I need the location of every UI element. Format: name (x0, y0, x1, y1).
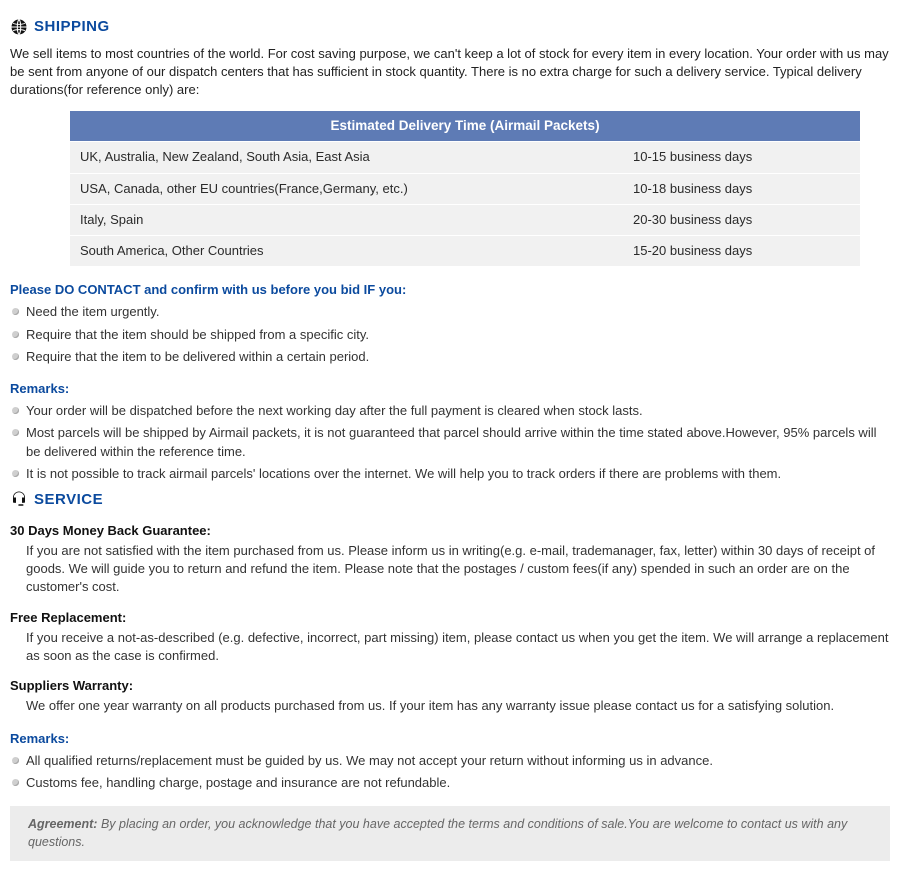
shipping-title: SHIPPING (34, 16, 110, 37)
list-item: Require that the item to be delivered wi… (10, 348, 890, 366)
table-row: South America, Other Countries 15-20 bus… (70, 236, 860, 266)
service-remarks-list: All qualified returns/replacement must b… (10, 752, 890, 792)
delivery-table: Estimated Delivery Time (Airmail Packets… (70, 110, 860, 268)
warranty-text: We offer one year warranty on all produc… (26, 697, 890, 715)
list-item: Your order will be dispatched before the… (10, 402, 890, 420)
region-cell: UK, Australia, New Zealand, South Asia, … (70, 142, 623, 172)
list-item: All qualified returns/replacement must b… (10, 752, 890, 770)
region-cell: Italy, Spain (70, 205, 623, 235)
shipping-remarks-heading: Remarks: (10, 380, 890, 398)
shipping-remarks-list: Your order will be dispatched before the… (10, 402, 890, 483)
headset-icon (10, 490, 28, 508)
guarantee-text: If you are not satisfied with the item p… (26, 542, 890, 597)
guarantee-heading: 30 Days Money Back Guarantee: (10, 522, 890, 540)
table-row: Italy, Spain 20-30 business days (70, 205, 860, 235)
delivery-table-header: Estimated Delivery Time (Airmail Packets… (70, 111, 860, 142)
replacement-text: If you receive a not-as-described (e.g. … (26, 629, 890, 665)
agreement-bar: Agreement: By placing an order, you ackn… (10, 806, 890, 861)
agreement-label: Agreement: (28, 817, 97, 831)
list-item: Most parcels will be shipped by Airmail … (10, 424, 890, 460)
table-row: UK, Australia, New Zealand, South Asia, … (70, 142, 860, 172)
service-title: SERVICE (34, 489, 103, 510)
replacement-heading: Free Replacement: (10, 609, 890, 627)
shipping-header: SHIPPING (10, 16, 890, 37)
time-cell: 10-18 business days (623, 174, 860, 204)
agreement-text: By placing an order, you acknowledge tha… (28, 817, 847, 849)
delivery-table-wrap: Estimated Delivery Time (Airmail Packets… (70, 110, 860, 268)
contact-list: Need the item urgently. Require that the… (10, 303, 890, 366)
time-cell: 20-30 business days (623, 205, 860, 235)
region-cell: USA, Canada, other EU countries(France,G… (70, 174, 623, 204)
list-item: Customs fee, handling charge, postage an… (10, 774, 890, 792)
time-cell: 15-20 business days (623, 236, 860, 266)
warranty-heading: Suppliers Warranty: (10, 677, 890, 695)
time-cell: 10-15 business days (623, 142, 860, 172)
list-item: It is not possible to track airmail parc… (10, 465, 890, 483)
table-row: USA, Canada, other EU countries(France,G… (70, 174, 860, 204)
service-header: SERVICE (10, 489, 890, 510)
globe-icon (10, 18, 28, 36)
contact-heading: Please DO CONTACT and confirm with us be… (10, 281, 890, 299)
service-remarks-heading: Remarks: (10, 730, 890, 748)
list-item: Require that the item should be shipped … (10, 326, 890, 344)
region-cell: South America, Other Countries (70, 236, 623, 266)
list-item: Need the item urgently. (10, 303, 890, 321)
shipping-intro: We sell items to most countries of the w… (10, 45, 890, 100)
